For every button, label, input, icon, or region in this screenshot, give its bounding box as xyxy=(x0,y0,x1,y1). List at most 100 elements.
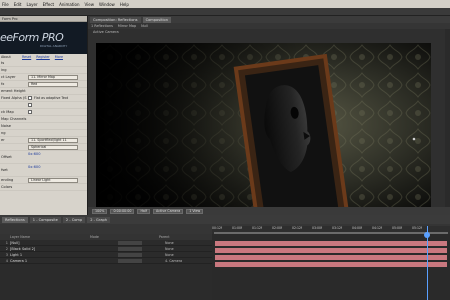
menu-effect[interactable]: Effect xyxy=(43,2,55,7)
comp-breadcrumb: 1 Reflections Mirror Map Null xyxy=(88,23,450,29)
param-label: ng xyxy=(1,131,6,135)
param-row: ing xyxy=(0,67,87,74)
layer-number: 2 xyxy=(5,246,8,251)
param-label: Noise xyxy=(1,124,11,128)
logo-name: eeForm PRO xyxy=(0,31,64,44)
logo-tagline: DIGITAL ANARCHY xyxy=(40,44,68,48)
parent-dropdown[interactable]: None xyxy=(165,247,174,251)
param-row: Spherical xyxy=(0,144,87,151)
layer-name[interactable]: [Black Solid 2] xyxy=(10,247,110,251)
comp-viewer[interactable] xyxy=(96,43,431,223)
param-row: Colors xyxy=(0,184,87,191)
view-dropdown[interactable]: Active Camera xyxy=(153,208,184,214)
zoom-dropdown[interactable]: 100% xyxy=(92,208,108,214)
param-label: ck Map xyxy=(1,110,14,114)
view-label: Active Camera xyxy=(93,30,119,34)
param-row: Noise xyxy=(0,123,87,130)
col-parent[interactable]: Parent xyxy=(159,235,170,239)
layer-number: 3 xyxy=(5,252,8,257)
parent-dropdown[interactable]: None xyxy=(165,241,174,245)
layer-duration-bar[interactable] xyxy=(215,255,447,260)
param-row: ng xyxy=(0,130,87,137)
link-reset[interactable]: Reset xyxy=(22,55,31,59)
col-mode[interactable]: Mode xyxy=(90,235,99,239)
menu-bar: File Edit Layer Effect Animation View Wi… xyxy=(0,0,450,8)
menu-layer[interactable]: Layer xyxy=(26,2,37,7)
layer-name[interactable]: Light 1 xyxy=(10,253,110,257)
param-label: Map Channels xyxy=(1,117,27,121)
menu-file[interactable]: File xyxy=(2,2,9,7)
crumb-null[interactable]: Null xyxy=(141,24,148,28)
tab-reflections[interactable]: Reflections xyxy=(2,216,28,223)
tab-graph[interactable]: 2 - Graph xyxy=(87,216,111,223)
param-label: Colors xyxy=(1,185,13,189)
layer-duration-bar[interactable] xyxy=(215,262,447,267)
param-row: fset 0x:600 xyxy=(0,164,87,177)
layer-duration-bar[interactable] xyxy=(215,241,447,246)
layer-list: Layer Name Mode Parent 1 [Null] None 2 [… xyxy=(0,234,212,300)
comp-tabs: Composition: Reflections Composition xyxy=(88,16,450,23)
offset-value-2[interactable]: 0x:600 xyxy=(28,165,40,169)
param-row xyxy=(0,102,87,109)
param-row: ct Layer 11. Mirror Map xyxy=(0,74,87,81)
link-more[interactable]: More xyxy=(55,55,63,59)
param-row: ement Height xyxy=(0,88,87,95)
tab-composition[interactable]: Composition: Reflections xyxy=(90,16,141,23)
checkbox[interactable] xyxy=(28,110,32,114)
blending-dropdown[interactable]: Linear Light xyxy=(28,177,78,183)
mapping-dropdown[interactable]: Spherical xyxy=(28,144,78,150)
menu-help[interactable]: Help xyxy=(120,2,129,7)
menu-window[interactable]: Window xyxy=(99,2,115,7)
offset-value[interactable]: 0x:600 xyxy=(28,152,40,156)
layer-name[interactable]: Camera 1 xyxy=(10,259,110,263)
col-layer-name[interactable]: Layer Name xyxy=(10,235,30,239)
tab-composite[interactable]: 1 - Composite xyxy=(29,216,61,223)
channel-dropdown[interactable]: Red xyxy=(28,81,78,87)
plugin-logo: eeForm PRO DIGITAL ANARCHY xyxy=(0,22,87,54)
view-layout-dropdown[interactable]: 1 View xyxy=(186,208,204,214)
crumb-mirror[interactable]: Mirror Map xyxy=(118,24,136,28)
source-layer-dropdown[interactable]: 11. Mirror Map xyxy=(28,74,78,80)
layer-name[interactable]: [Null] xyxy=(10,241,110,245)
tools-bar xyxy=(0,8,450,16)
mode-dropdown[interactable] xyxy=(118,240,142,245)
timeline-tabs: Reflections 1 - Composite 2 - Comp 2 - G… xyxy=(0,215,450,224)
scene-image xyxy=(96,43,431,223)
checkbox-label: Flat as adaptive Text xyxy=(34,96,69,100)
param-label: ing xyxy=(1,68,7,72)
param-row: Fixed Alpha (S Flat as adaptive Text xyxy=(0,95,87,102)
mode-dropdown[interactable] xyxy=(118,258,142,263)
mode-dropdown[interactable] xyxy=(118,246,142,251)
menu-view[interactable]: View xyxy=(85,2,95,7)
resolution-dropdown[interactable]: Half xyxy=(137,208,151,214)
checkbox[interactable] xyxy=(28,96,32,100)
mode-dropdown[interactable] xyxy=(118,252,142,257)
playhead-handle[interactable] xyxy=(424,232,430,238)
layer-duration-bar[interactable] xyxy=(215,248,447,253)
param-row: er 11. Sportflexi/light 11 xyxy=(0,137,87,144)
menu-edit[interactable]: Edit xyxy=(14,2,22,7)
link-register[interactable]: Register xyxy=(36,55,50,59)
layer-row[interactable]: 4 Camera 1 4. Camera xyxy=(0,258,212,264)
comp-footer: 100% 0:00:00:00 Half Active Camera 1 Vie… xyxy=(88,207,450,215)
light-dropdown[interactable]: 11. Sportflexi/light 11 xyxy=(28,137,78,143)
parent-dropdown[interactable]: None xyxy=(165,253,174,257)
param-row: ck Map xyxy=(0,109,87,116)
current-time[interactable]: 0:00:00:00 xyxy=(110,208,135,214)
layer-number: 4 xyxy=(5,258,8,263)
crumb-reflections[interactable]: 1 Reflections xyxy=(91,24,113,28)
menu-animation[interactable]: Animation xyxy=(59,2,79,7)
checkbox[interactable] xyxy=(28,103,32,107)
param-label: ement Height xyxy=(1,89,26,93)
timeline-tracks[interactable] xyxy=(212,234,450,300)
param-row: fx Red xyxy=(0,81,87,88)
layer-number: 1 xyxy=(5,240,8,245)
parent-dropdown[interactable]: 4. Camera xyxy=(165,259,182,263)
link-about[interactable]: About xyxy=(1,55,11,59)
tab-composition-2[interactable]: Composition xyxy=(142,16,172,23)
param-label: Offset xyxy=(1,155,12,159)
viewer-scrollbar[interactable] xyxy=(445,29,450,207)
tab-comp[interactable]: 2 - Comp xyxy=(62,216,86,223)
effect-controls-panel: Form Pro eeForm PRO DIGITAL ANARCHY Abou… xyxy=(0,16,87,215)
composition-panel: Composition: Reflections Composition 1 R… xyxy=(88,16,450,223)
